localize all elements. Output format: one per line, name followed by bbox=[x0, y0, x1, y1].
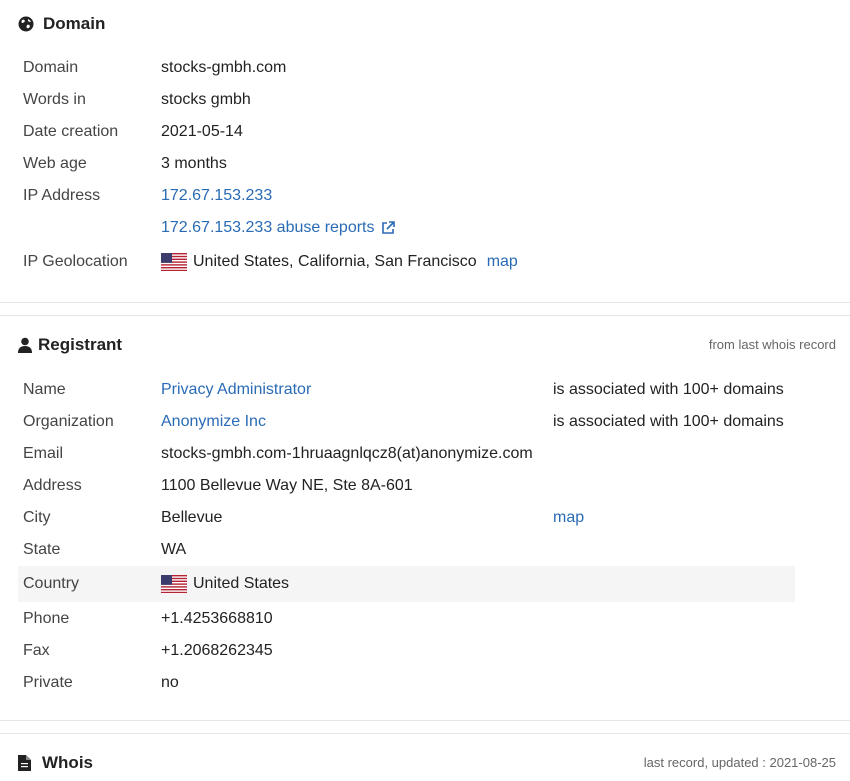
ip-geolocation-map-link[interactable]: map bbox=[487, 253, 518, 271]
words-row: Words in stocks gmbh bbox=[18, 84, 795, 116]
registrant-section-label: Registrant bbox=[38, 335, 123, 354]
address-label: Address bbox=[23, 477, 82, 494]
abuse-reports-link[interactable]: 172.67.153.233 abuse reports bbox=[161, 219, 375, 237]
organization-association: is associated with 100+ domains bbox=[553, 413, 784, 430]
ip-geolocation-label: IP Geolocation bbox=[23, 253, 128, 270]
whois-section-title: Whois bbox=[18, 753, 93, 773]
domain-row: Domain stocks-gmbh.com bbox=[18, 52, 795, 84]
ip-geolocation-value: United States, California, San Francisco bbox=[193, 253, 477, 270]
address-value: 1100 Bellevue Way NE, Ste 8A-601 bbox=[161, 477, 413, 494]
city-map-link[interactable]: map bbox=[553, 509, 584, 527]
name-label: Name bbox=[23, 381, 66, 398]
private-label: Private bbox=[23, 674, 73, 691]
email-value: stocks-gmbh.com-1hruaagnlqcz8(at)anonymi… bbox=[161, 445, 533, 462]
date-creation-value: 2021-05-14 bbox=[161, 123, 243, 140]
section-divider bbox=[0, 733, 850, 734]
registrant-section-title: Registrant bbox=[18, 335, 122, 355]
phone-label: Phone bbox=[23, 610, 70, 627]
ip-geolocation-value-wrap: United States, California, San Francisco… bbox=[161, 253, 518, 271]
state-label: State bbox=[23, 541, 61, 558]
registrant-state-row: State WA bbox=[18, 534, 795, 566]
name-link[interactable]: Privacy Administrator bbox=[161, 381, 311, 399]
document-icon bbox=[18, 755, 31, 771]
country-label: Country bbox=[23, 575, 80, 592]
whois-section-label: Whois bbox=[42, 753, 93, 772]
state-value: WA bbox=[161, 541, 187, 558]
email-label: Email bbox=[23, 445, 64, 462]
globe-icon bbox=[18, 16, 34, 32]
domain-section-label: Domain bbox=[43, 14, 106, 33]
web-age-row: Web age 3 months bbox=[18, 148, 795, 180]
phone-value: +1.4253668810 bbox=[161, 610, 273, 627]
ip-geolocation-row: IP Geolocation United States, California… bbox=[18, 246, 795, 278]
registrant-address-row: Address 1100 Bellevue Way NE, Ste 8A-601 bbox=[18, 470, 795, 502]
name-association: is associated with 100+ domains bbox=[553, 381, 784, 398]
domain-label: Domain bbox=[23, 59, 79, 76]
registrant-fax-row: Fax +1.2068262345 bbox=[18, 635, 795, 667]
fax-label: Fax bbox=[23, 642, 50, 659]
external-link-icon[interactable] bbox=[381, 221, 395, 235]
registrant-city-row: City Bellevue map bbox=[18, 502, 795, 534]
web-age-label: Web age bbox=[23, 155, 87, 172]
registrant-private-row: Private no bbox=[18, 667, 795, 699]
words-label: Words in bbox=[23, 91, 86, 108]
abuse-reports-row: 172.67.153.233 abuse reports bbox=[18, 212, 795, 244]
section-divider bbox=[0, 315, 850, 316]
country-value-wrap: United States bbox=[161, 575, 289, 593]
ip-address-row: IP Address 172.67.153.233 bbox=[18, 180, 795, 212]
registrant-org-row: Organization Anonymize Inc is associated… bbox=[18, 406, 795, 438]
organization-link[interactable]: Anonymize Inc bbox=[161, 413, 266, 431]
ip-address-label: IP Address bbox=[23, 187, 101, 204]
words-value: stocks gmbh bbox=[161, 91, 251, 108]
country-value: United States bbox=[193, 575, 290, 592]
us-flag-icon bbox=[161, 253, 187, 271]
city-label: City bbox=[23, 509, 51, 526]
us-flag-icon bbox=[161, 575, 187, 593]
date-creation-row: Date creation 2021-05-14 bbox=[18, 116, 795, 148]
registrant-email-row: Email stocks-gmbh.com-1hruaagnlqcz8(at)a… bbox=[18, 438, 795, 470]
whois-note: last record, updated : 2021-08-25 bbox=[643, 755, 836, 770]
private-value: no bbox=[161, 674, 179, 691]
section-divider bbox=[0, 302, 850, 303]
domain-section-title: Domain bbox=[18, 14, 105, 34]
domain-value: stocks-gmbh.com bbox=[161, 59, 287, 76]
web-age-value: 3 months bbox=[161, 155, 227, 172]
fax-value: +1.2068262345 bbox=[161, 642, 273, 659]
abuse-reports-link-wrap[interactable]: 172.67.153.233 abuse reports bbox=[161, 219, 395, 237]
city-value: Bellevue bbox=[161, 509, 223, 526]
registrant-country-row: Country United States bbox=[18, 566, 795, 602]
registrant-note: from last whois record bbox=[708, 337, 836, 352]
section-divider bbox=[0, 720, 850, 721]
organization-label: Organization bbox=[23, 413, 114, 430]
registrant-name-row: Name Privacy Administrator is associated… bbox=[18, 374, 795, 406]
user-icon bbox=[18, 337, 32, 353]
date-creation-label: Date creation bbox=[23, 123, 119, 140]
registrant-phone-row: Phone +1.4253668810 bbox=[18, 603, 795, 635]
ip-address-link[interactable]: 172.67.153.233 bbox=[161, 187, 272, 205]
